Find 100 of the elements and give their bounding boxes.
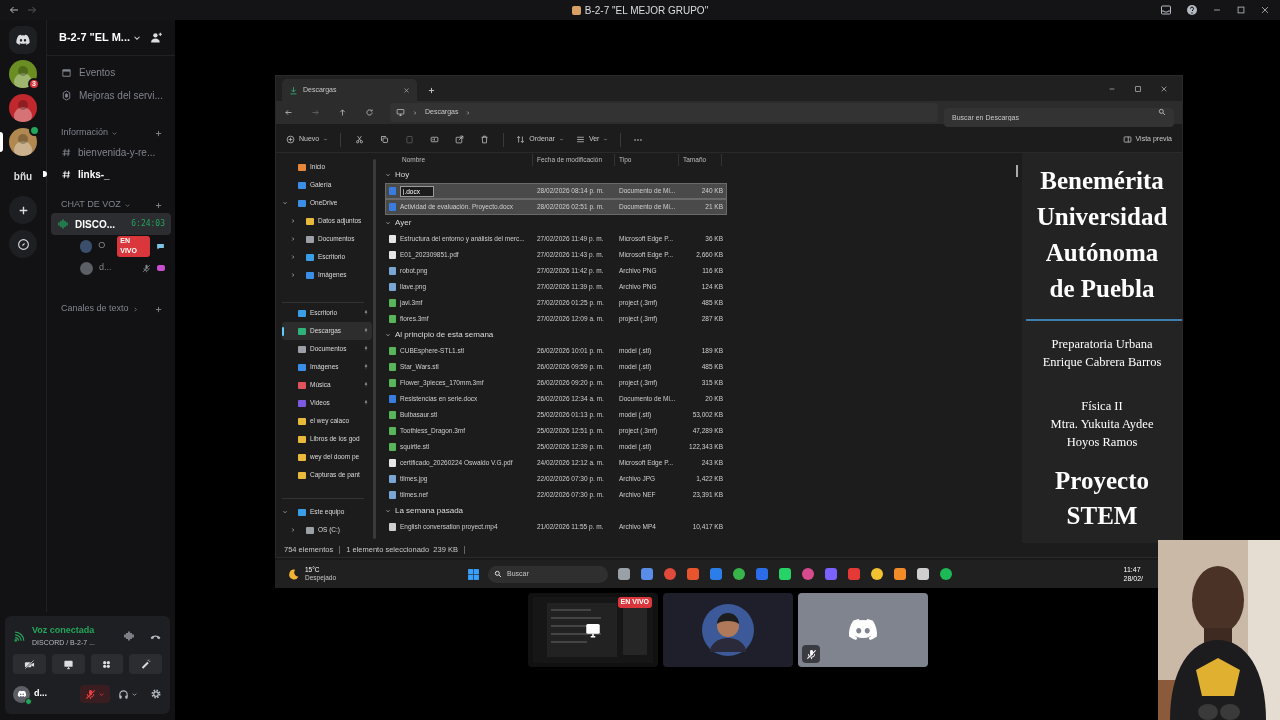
search-icon <box>494 570 502 578</box>
signal-icon <box>13 629 26 643</box>
preview-text: Preparatoria Urbana <box>1051 336 1153 353</box>
app-icon[interactable] <box>894 568 906 580</box>
app-icon[interactable] <box>871 568 883 580</box>
channel-name[interactable]: links-_ <box>78 166 110 182</box>
selection-indicator <box>282 326 284 336</box>
user-avatar[interactable] <box>13 685 30 703</box>
moon-icon[interactable] <box>287 567 300 581</box>
group-header[interactable]: Hoy <box>395 169 410 181</box>
maximize-icon[interactable] <box>1134 85 1142 93</box>
copy-icon[interactable] <box>380 135 390 144</box>
noise-suppression-icon[interactable] <box>123 630 135 642</box>
server-icon[interactable] <box>9 128 37 156</box>
hash-icon <box>61 168 72 180</box>
chevron-down-icon <box>603 137 609 142</box>
unread-indicator <box>43 171 47 177</box>
up-arrow-icon[interactable] <box>338 108 347 117</box>
close-icon[interactable] <box>1160 85 1168 93</box>
nav-item[interactable]: Mejoras del servi... <box>79 87 163 103</box>
avatar-icon <box>702 604 754 656</box>
nav-item[interactable]: Eventos <box>79 64 116 80</box>
inbox-icon[interactable] <box>1160 4 1172 16</box>
server-name[interactable]: B-2-7 "EL M... <box>59 29 131 46</box>
cut-icon[interactable] <box>355 135 365 144</box>
server-icon[interactable] <box>9 94 37 122</box>
create-channel-icon[interactable] <box>154 304 163 314</box>
share-screen-button[interactable] <box>51 654 85 674</box>
chevron-icon[interactable] <box>385 332 391 338</box>
chevron-icon[interactable] <box>385 220 391 226</box>
app-icon[interactable] <box>641 568 653 580</box>
help-icon[interactable] <box>1186 4 1198 16</box>
group-header[interactable]: La semana pasada <box>395 505 464 517</box>
screen-icon <box>584 621 602 639</box>
preview-title: Benemérita <box>1040 166 1164 196</box>
settings-icon[interactable] <box>150 688 162 700</box>
server-icon[interactable] <box>9 60 37 88</box>
share-icon[interactable] <box>455 135 465 144</box>
app-icon[interactable] <box>940 568 952 580</box>
chevron-icon <box>111 129 119 137</box>
app-icon[interactable] <box>779 568 791 580</box>
group-header[interactable]: Ayer <box>395 217 412 229</box>
search-icon <box>1158 108 1166 116</box>
channel-name[interactable]: bienvenida-y-re... <box>78 144 156 160</box>
create-channel-icon[interactable] <box>154 128 163 138</box>
call-duration: 6:24:03 <box>131 218 165 230</box>
back-arrow-icon[interactable] <box>8 4 20 16</box>
category-header[interactable]: Información <box>61 126 109 140</box>
view-icon <box>575 135 585 144</box>
preview-heading: STEM <box>1066 501 1138 531</box>
explore-button[interactable] <box>9 230 37 258</box>
app-icon[interactable] <box>687 568 699 580</box>
activities-button[interactable] <box>90 654 124 674</box>
app-icon[interactable] <box>664 568 676 580</box>
app-icon[interactable] <box>917 568 929 580</box>
scrollbar <box>1016 165 1018 177</box>
chevron-icon <box>290 527 296 533</box>
windows-start-icon[interactable] <box>467 567 480 581</box>
panel-icon <box>1122 135 1132 144</box>
chevron-icon[interactable] <box>385 508 391 514</box>
close-icon[interactable] <box>403 86 410 94</box>
participant-tile[interactable] <box>663 593 793 667</box>
chevron-icon[interactable] <box>385 172 391 178</box>
user-name: d... <box>99 261 112 275</box>
app-icon[interactable] <box>618 568 630 580</box>
voice-wave-icon <box>57 218 69 230</box>
refresh-icon[interactable] <box>365 108 374 117</box>
hash-icon <box>61 146 72 158</box>
sort-icon <box>516 135 526 144</box>
category-header[interactable]: Canales de texto <box>61 302 129 316</box>
category-header[interactable]: CHAT DE VOZ <box>61 198 121 212</box>
plus-icon <box>286 135 295 144</box>
monitor-icon <box>396 108 405 117</box>
delete-icon[interactable] <box>480 135 490 144</box>
compass-icon <box>16 237 30 251</box>
back-arrow-icon[interactable] <box>284 108 293 117</box>
server-icon <box>571 5 581 15</box>
preview-heading: Proyecto <box>1055 466 1149 496</box>
mute-button[interactable] <box>80 685 110 703</box>
participant-tile[interactable] <box>798 593 928 667</box>
soundboard-button[interactable] <box>129 654 162 674</box>
chevron-down-icon <box>323 137 329 142</box>
muted-mic-icon <box>85 688 96 700</box>
create-channel-icon[interactable] <box>154 200 163 210</box>
new-tab-icon[interactable] <box>427 86 436 95</box>
close-icon[interactable] <box>1260 5 1270 15</box>
chevron-down-icon <box>558 137 564 142</box>
maximize-icon[interactable] <box>1236 5 1246 15</box>
voice-channel[interactable]: DISCO... 6:24:03 <box>51 213 171 235</box>
rename-icon[interactable] <box>430 135 440 144</box>
chevron-down-icon <box>98 690 105 698</box>
camera-off-button[interactable] <box>13 654 46 674</box>
group-header[interactable]: Al principio de esta semana <box>395 329 494 341</box>
invite-icon[interactable] <box>150 31 163 44</box>
app-icon[interactable] <box>733 568 745 580</box>
app-icon[interactable] <box>802 568 814 580</box>
user-name: O <box>98 239 106 253</box>
preview-title: Autónoma <box>1045 238 1159 268</box>
home-button[interactable] <box>9 26 37 54</box>
add-server-button[interactable] <box>9 196 37 224</box>
